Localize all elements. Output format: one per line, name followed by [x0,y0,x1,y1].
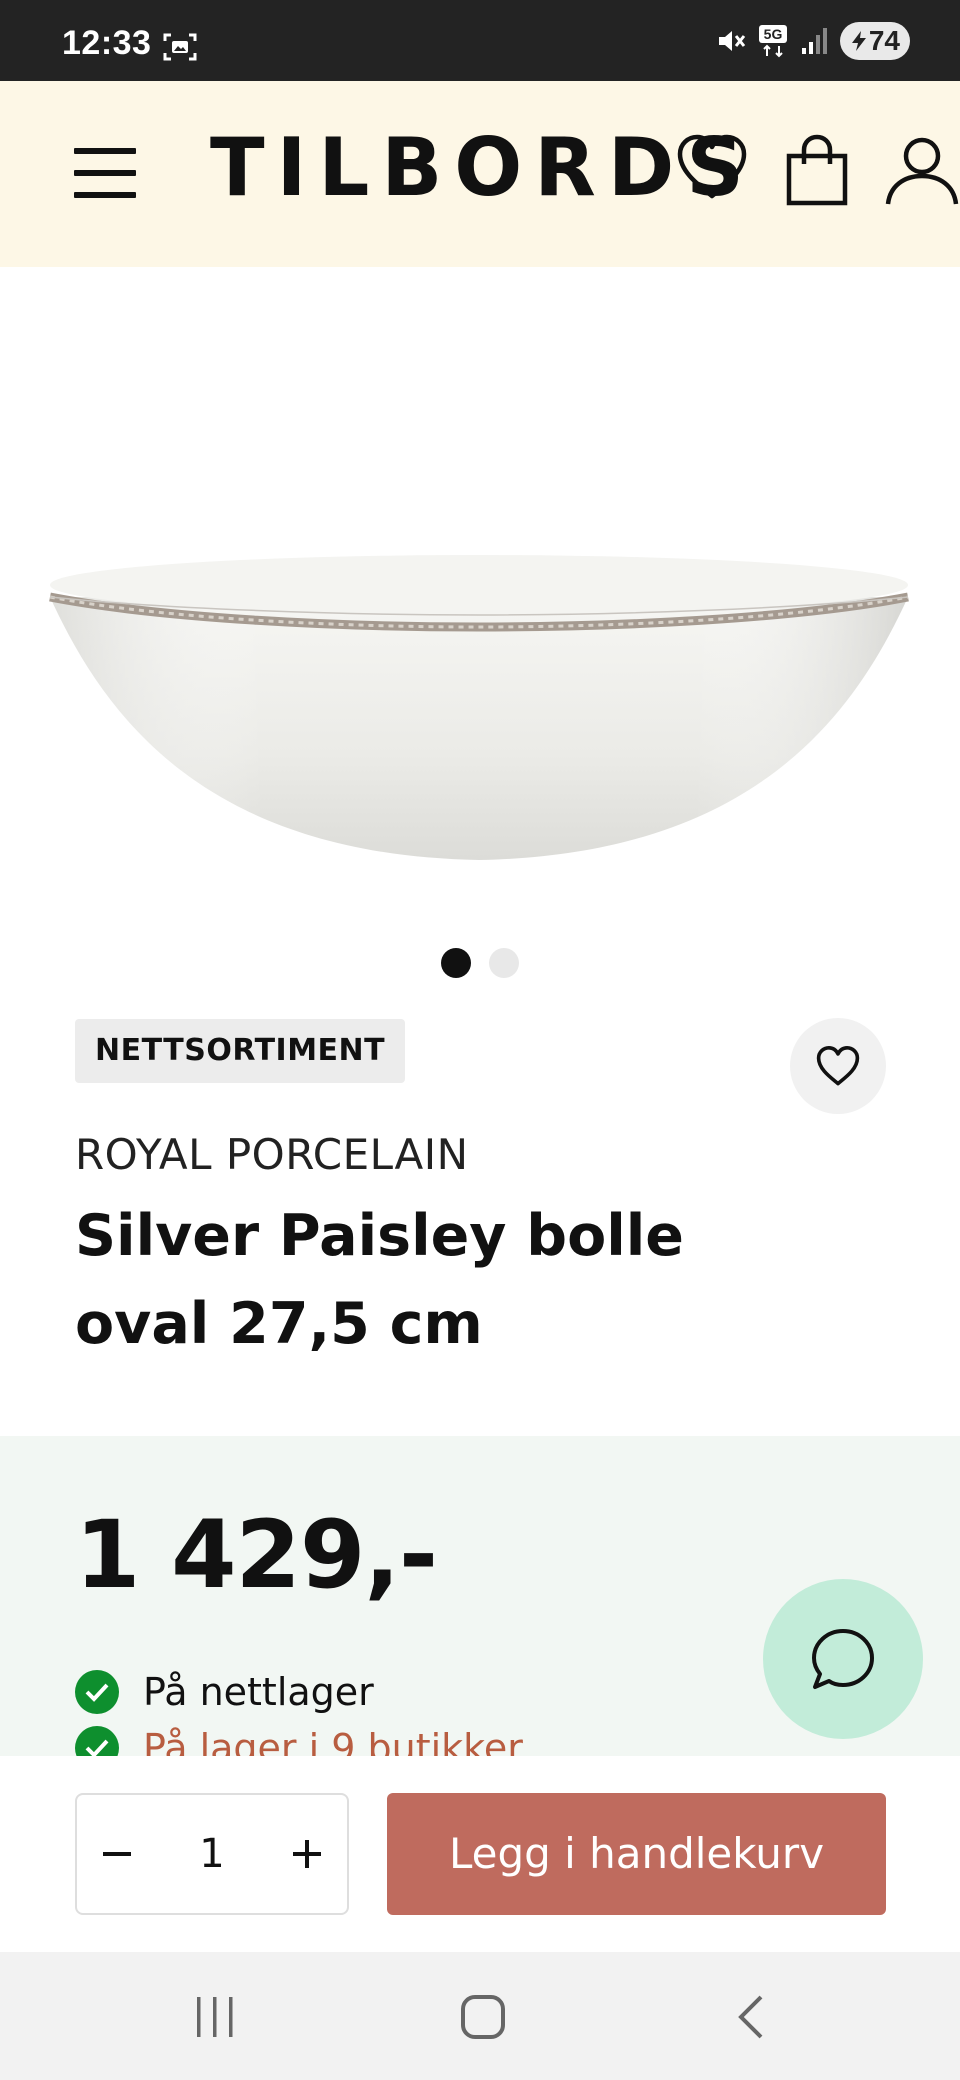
5g-icon: 5G [759,25,787,58]
stock-stores[interactable]: På lager i 9 butikker [75,1726,523,1756]
product-badge: NETTSORTIMENT [75,1019,406,1083]
battery-icon: 74 [840,22,910,60]
chat-button[interactable] [763,1579,923,1739]
user-icon[interactable] [884,136,960,206]
status-icons: 5G 74 [716,22,910,60]
heart-icon[interactable] [676,134,748,200]
product-title: Silver Paisley bolle oval 27,5 cm [75,1203,684,1357]
back-button[interactable] [711,1982,791,2052]
stock-stores-link[interactable]: På lager i 9 butikker [143,1726,523,1756]
menu-button[interactable] [74,146,136,200]
svg-text:5G: 5G [764,26,783,42]
gallery-dot[interactable] [489,948,519,978]
product-image[interactable] [44,555,914,875]
recent-apps-button[interactable] [175,1982,255,2052]
home-button[interactable] [443,1982,523,2052]
quantity-value[interactable]: 1 [157,1795,267,1913]
add-to-favorites-button[interactable] [790,1018,886,1114]
system-nav-bar [0,1952,960,2080]
increase-quantity-button[interactable] [267,1795,347,1913]
charging-bolt-icon [852,31,866,51]
add-to-cart-button[interactable]: Legg i handlekurv [387,1793,886,1915]
battery-level: 74 [868,25,900,56]
status-bar: 12:33 5G 74 [0,0,960,81]
quantity-stepper: 1 [75,1793,349,1915]
minus-icon [103,1852,131,1856]
mute-icon [719,31,746,51]
status-time: 12:33 [62,24,152,62]
stock-online: På nettlager [75,1670,374,1714]
plus-icon [293,1840,321,1868]
check-icon [75,1726,119,1756]
gallery-pagination [0,948,960,980]
shopping-bag-icon[interactable] [786,134,848,206]
stock-online-text: På nettlager [143,1670,374,1714]
chat-bubble-icon [812,1629,874,1689]
recent-apps-icon [197,1997,233,2037]
screen-record-icon [163,33,197,61]
heart-icon [816,1046,860,1086]
signal-icon [802,28,827,54]
product-price: 1 429,- [75,1501,438,1610]
site-logo[interactable]: TILBORDS [210,118,756,218]
gallery-dot-active[interactable] [441,948,471,978]
home-icon [461,1995,505,2039]
product-brand[interactable]: ROYAL PORCELAIN [75,1130,469,1179]
decrease-quantity-button[interactable] [77,1795,157,1913]
back-icon [738,1995,763,2039]
check-icon [75,1670,119,1714]
